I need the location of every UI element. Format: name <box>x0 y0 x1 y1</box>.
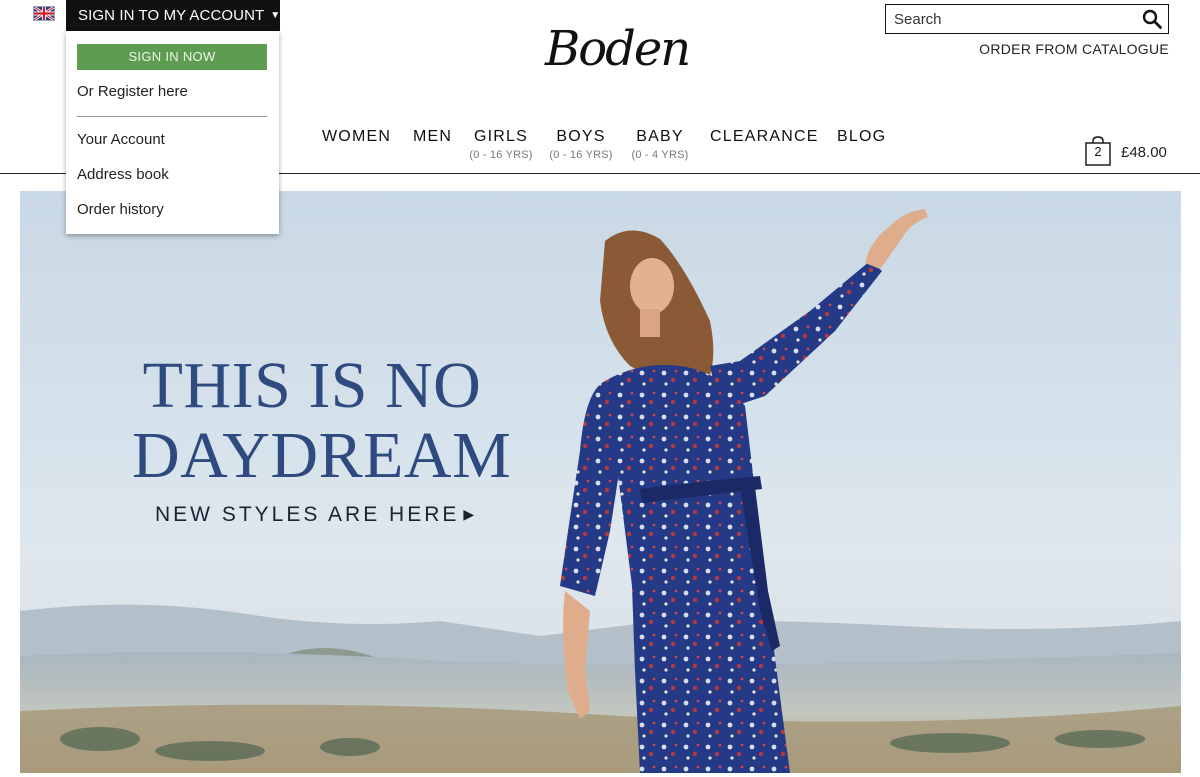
nav-label: GIRLS <box>473 128 528 145</box>
nav-women[interactable]: WOMEN <box>322 128 391 146</box>
uk-flag-icon[interactable] <box>33 6 55 21</box>
nav-clearance[interactable]: CLEARANCE <box>710 128 819 146</box>
boden-logo[interactable]: Boden <box>545 18 691 80</box>
play-arrow-icon: ▶ <box>463 506 478 522</box>
register-link[interactable]: Or Register here <box>77 83 188 100</box>
new-styles-link[interactable]: NEW STYLES ARE HERE ▶ <box>155 503 477 527</box>
search-input[interactable] <box>886 5 1134 33</box>
account-dropdown: SIGN IN NOW Or Register here Your Accoun… <box>66 31 279 234</box>
basket-count: 2 <box>1094 144 1102 159</box>
nav-age-range: (0 - 16 YRS) <box>549 149 613 161</box>
nav-label: BABY <box>636 128 684 145</box>
account-toggle-label: SIGN IN TO MY ACCOUNT <box>78 7 265 24</box>
caret-down-icon: ▼ <box>270 10 281 21</box>
hero-cta-label: NEW STYLES ARE HERE <box>155 503 460 526</box>
hero-headline: THIS IS NO DAYDREAM <box>132 349 512 492</box>
hero-banner[interactable]: THIS IS NO DAYDREAM NEW STYLES ARE HERE ▶ <box>20 191 1181 773</box>
nav-blog[interactable]: BLOG <box>837 128 886 146</box>
nav-girls[interactable]: GIRLS (0 - 16 YRS) <box>467 128 535 161</box>
nav-baby[interactable]: BABY (0 - 4 YRS) <box>627 128 693 161</box>
nav-label: CLEARANCE <box>710 128 819 145</box>
basket-button[interactable]: 2 £48.00 <box>1085 136 1175 166</box>
hero-headline-line1: THIS IS NO <box>142 349 482 422</box>
address-book-link[interactable]: Address book <box>77 166 169 183</box>
nav-label: WOMEN <box>322 128 392 145</box>
nav-label: BLOG <box>837 128 887 145</box>
basket-total: £48.00 <box>1121 144 1167 161</box>
menu-divider <box>77 116 267 117</box>
your-account-link[interactable]: Your Account <box>77 131 165 148</box>
nav-age-range: (0 - 4 YRS) <box>631 149 689 161</box>
order-from-catalogue-link[interactable]: ORDER FROM CATALOGUE <box>979 41 1169 57</box>
nav-men[interactable]: MEN <box>413 128 452 146</box>
nav-label: MEN <box>413 128 453 145</box>
sign-in-now-button[interactable]: SIGN IN NOW <box>77 44 267 70</box>
account-menu-toggle[interactable]: SIGN IN TO MY ACCOUNT ▼ <box>66 0 280 31</box>
search-icon[interactable] <box>1142 9 1162 29</box>
nav-boys[interactable]: BOYS (0 - 16 YRS) <box>547 128 615 161</box>
search-box <box>885 4 1169 34</box>
order-history-link[interactable]: Order history <box>77 201 164 218</box>
hero-headline-line2: DAYDREAM <box>132 419 512 492</box>
nav-label: BOYS <box>556 128 606 145</box>
nav-age-range: (0 - 16 YRS) <box>469 149 533 161</box>
